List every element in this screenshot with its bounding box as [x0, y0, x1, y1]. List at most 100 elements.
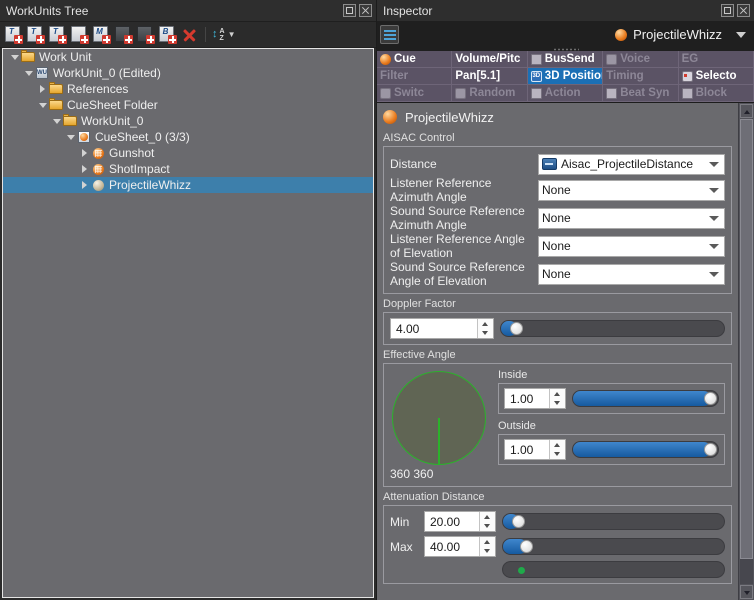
scroll-down-arrow-icon[interactable] — [740, 585, 753, 599]
inspector-tab-grid[interactable]: Cue Volume/Pitc BusSend Voice EG Filter Pan[5.… — [377, 51, 754, 103]
new-material-button[interactable]: M — [92, 25, 111, 44]
collapse-arrow-icon[interactable] — [9, 49, 21, 65]
tab-filter[interactable]: Filter — [377, 68, 453, 85]
tree-node-projectilewhizz[interactable]: ProjectileWhizz — [3, 177, 373, 193]
max-decrement-button[interactable] — [480, 547, 495, 557]
tree-node-cuesheet-folder[interactable]: CueSheet Folder — [3, 97, 373, 113]
close-icon[interactable] — [359, 4, 372, 17]
inside-increment-button[interactable] — [550, 389, 565, 399]
tab-3d-positionin[interactable]: 3D3D Positionin — [527, 68, 604, 85]
aisac-dropdown[interactable]: None — [538, 235, 725, 257]
tree-node-shotimpact[interactable]: ShotImpact — [3, 161, 373, 177]
cue-icon — [91, 161, 106, 177]
scrollbar-track[interactable] — [740, 119, 753, 584]
doppler-decrement-button[interactable] — [478, 329, 493, 339]
expand-arrow-icon[interactable] — [37, 81, 49, 97]
inspector-title-bar: Inspector — [377, 0, 754, 22]
min-slider[interactable] — [502, 513, 725, 530]
tree-node-gunshot[interactable]: Gunshot — [3, 145, 373, 161]
new-track-button[interactable]: T — [4, 25, 23, 44]
tab-switc[interactable]: Switc — [377, 85, 453, 102]
tab-label: BusSend — [544, 53, 595, 65]
sort-az-icon[interactable]: ↕ AZ ▼ — [212, 25, 235, 44]
tab-bussend[interactable]: BusSend — [527, 51, 604, 68]
tab-action[interactable]: Action — [527, 85, 604, 102]
min-decrement-button[interactable] — [480, 522, 495, 532]
collapse-arrow-icon[interactable] — [37, 97, 49, 113]
chevron-down-icon[interactable] — [709, 187, 719, 193]
attenuation-marker-slider[interactable] — [502, 561, 725, 578]
chevron-down-icon[interactable] — [709, 215, 719, 221]
new-track-copy-button[interactable]: T — [48, 25, 67, 44]
float-icon[interactable] — [343, 4, 356, 17]
tab-random[interactable]: Random — [452, 85, 528, 102]
chevron-down-icon[interactable] — [709, 271, 719, 277]
new-category-button[interactable] — [136, 25, 155, 44]
aisac-dropdown[interactable]: None — [538, 263, 725, 285]
toolbar-separator — [205, 27, 206, 42]
aisac-dropdown[interactable]: None — [538, 179, 725, 201]
tab-pan-5-1[interactable]: Pan[5.1] — [452, 68, 528, 85]
collapse-arrow-icon[interactable] — [23, 65, 35, 81]
aisac-dropdown[interactable]: Aisac_ProjectileDistance — [538, 153, 725, 175]
inside-decrement-button[interactable] — [550, 399, 565, 409]
tree-node-workunit-0-edited[interactable]: WorkUnit_0 (Edited) — [3, 65, 373, 81]
chevron-down-icon[interactable] — [736, 31, 746, 38]
aisac-row: Listener Reference Azimuth Angle None — [390, 176, 725, 204]
aisac-row-label: Listener Reference Angle of Elevation — [390, 232, 525, 260]
max-slider[interactable] — [502, 538, 725, 555]
new-cuesheet-button[interactable] — [70, 25, 89, 44]
expand-arrow-icon[interactable] — [79, 177, 91, 193]
tree-node-references[interactable]: References — [3, 81, 373, 97]
inside-slider[interactable] — [572, 390, 719, 407]
outside-slider[interactable] — [572, 441, 719, 458]
new-track-variation-button[interactable]: T — [26, 25, 45, 44]
min-value-stepper[interactable]: 20.00 — [424, 511, 496, 532]
tab-selecto[interactable]: Selecto — [678, 68, 754, 85]
tab-timing[interactable]: Timing — [603, 68, 679, 85]
tree-node-cuesheet-0-3-3[interactable]: CueSheet_0 (3/3) — [3, 129, 373, 145]
min-increment-button[interactable] — [480, 512, 495, 522]
expand-arrow-icon[interactable] — [79, 145, 91, 161]
tab-label: Volume/Pitc — [455, 53, 521, 65]
tab-volume-pitc[interactable]: Volume/Pitc — [452, 51, 528, 68]
chevron-down-icon[interactable] — [709, 161, 719, 167]
aisac-row-label: Sound Source Reference Azimuth Angle — [390, 204, 525, 232]
outside-increment-button[interactable] — [550, 440, 565, 450]
tab-eg[interactable]: EG — [678, 51, 754, 68]
outside-decrement-button[interactable] — [550, 450, 565, 460]
workunits-tree-list[interactable]: Work Unit WorkUnit_0 (Edited) References Cu… — [2, 48, 374, 598]
outside-value-stepper[interactable]: 1.00 — [504, 439, 566, 460]
doppler-increment-button[interactable] — [478, 319, 493, 329]
inspector-scrollbar[interactable] — [738, 103, 754, 600]
new-aisac-button[interactable] — [114, 25, 133, 44]
tab-block[interactable]: Block — [678, 85, 754, 102]
chevron-down-icon[interactable] — [709, 243, 719, 249]
max-increment-button[interactable] — [480, 537, 495, 547]
tree-node-workunit-0[interactable]: WorkUnit_0 — [3, 113, 373, 129]
doppler-slider[interactable] — [500, 320, 725, 337]
list-view-icon[interactable] — [380, 25, 399, 44]
angle-circle-icon[interactable] — [392, 371, 486, 465]
tab-voice[interactable]: Voice — [603, 51, 679, 68]
float-icon[interactable] — [721, 4, 734, 17]
close-icon[interactable] — [737, 4, 750, 17]
effective-angle-visual[interactable]: 360 360 — [390, 369, 490, 481]
tab-label: Cue — [394, 53, 416, 65]
scroll-up-arrow-icon[interactable] — [740, 104, 753, 118]
new-bus-button[interactable]: B — [158, 25, 177, 44]
collapse-arrow-icon[interactable] — [65, 129, 77, 145]
scrollbar-thumb[interactable] — [740, 119, 753, 559]
inside-label: Inside — [498, 369, 528, 381]
collapse-arrow-icon[interactable] — [51, 113, 63, 129]
tab-cue[interactable]: Cue — [377, 51, 453, 68]
tab-beat-syn[interactable]: Beat Syn — [603, 85, 679, 102]
max-value-stepper[interactable]: 40.00 — [424, 536, 496, 557]
delete-x-icon[interactable] — [180, 25, 199, 44]
inside-value-stepper[interactable]: 1.00 — [504, 388, 566, 409]
doppler-value-stepper[interactable]: 4.00 — [390, 318, 494, 339]
aisac-row: Sound Source Reference Angle of Elevatio… — [390, 260, 725, 288]
aisac-dropdown[interactable]: None — [538, 207, 725, 229]
expand-arrow-icon[interactable] — [79, 161, 91, 177]
tree-node-work-unit[interactable]: Work Unit — [3, 49, 373, 65]
